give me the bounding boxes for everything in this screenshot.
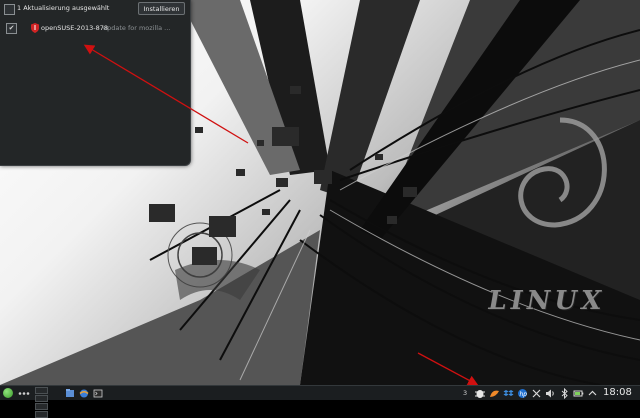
wallpaper-square <box>149 204 175 222</box>
wallpaper-square <box>262 209 270 215</box>
taskbar: 3 hp 18:08 <box>0 385 640 418</box>
volume-icon[interactable] <box>545 388 556 399</box>
tray-expand-icon[interactable] <box>587 388 598 399</box>
tray-notification-count: 3 <box>463 389 468 397</box>
battery-icon[interactable] <box>573 388 584 399</box>
virtual-desktop-pager[interactable] <box>35 387 59 418</box>
desktop-2[interactable] <box>35 395 48 402</box>
wallpaper-square <box>276 178 288 187</box>
clock[interactable]: 18:08 <box>603 387 632 398</box>
svg-text:hp: hp <box>520 391 528 398</box>
update-checkbox[interactable]: ✔ <box>6 23 17 34</box>
wallpaper-square <box>375 154 383 160</box>
wallpaper-square <box>352 96 360 102</box>
desktop-4[interactable] <box>35 411 48 418</box>
update-list-item[interactable]: ✔ openSUSE-2013-878 update for mozilla .… <box>0 19 190 37</box>
browser-icon[interactable] <box>79 388 89 399</box>
update-notifier-bug-icon[interactable] <box>474 388 486 399</box>
ktorrent-icon[interactable] <box>489 388 500 399</box>
wallpaper-square <box>195 127 203 133</box>
popup-header: 1 Aktualisierung ausgewählt Installieren <box>0 0 190 18</box>
bluetooth-icon[interactable] <box>559 388 570 399</box>
wallpaper-square <box>192 247 217 265</box>
security-shield-icon <box>31 23 39 33</box>
selection-summary: 1 Aktualisierung ausgewählt <box>17 4 110 12</box>
desktop-3[interactable] <box>35 403 48 410</box>
wallpaper-square <box>403 187 417 197</box>
update-description: update for mozilla ... <box>103 24 171 32</box>
konsole-icon[interactable] <box>93 388 103 399</box>
wallpaper-square <box>314 170 332 184</box>
start-menu-icon[interactable] <box>3 388 13 398</box>
update-popup: 1 Aktualisierung ausgewählt Installieren… <box>0 0 191 166</box>
wallpaper-square <box>209 216 236 237</box>
wallpaper-square <box>387 216 397 224</box>
desktop-1[interactable] <box>35 387 48 394</box>
update-name: openSUSE-2013-878 <box>41 24 108 32</box>
select-all-checkbox[interactable] <box>4 4 15 15</box>
wallpaper-square <box>272 127 299 146</box>
linux-logo-text: LINUX <box>485 286 608 316</box>
wallpaper-square <box>257 140 264 146</box>
install-button[interactable]: Installieren <box>138 2 185 15</box>
hp-printer-icon[interactable]: hp <box>517 388 528 399</box>
wallpaper-square <box>236 169 245 176</box>
network-tools-icon[interactable] <box>531 388 542 399</box>
show-desktop-icon[interactable] <box>18 388 32 399</box>
dropbox-icon[interactable] <box>503 388 514 399</box>
file-manager-icon[interactable] <box>65 388 75 399</box>
wallpaper-square <box>290 86 301 94</box>
